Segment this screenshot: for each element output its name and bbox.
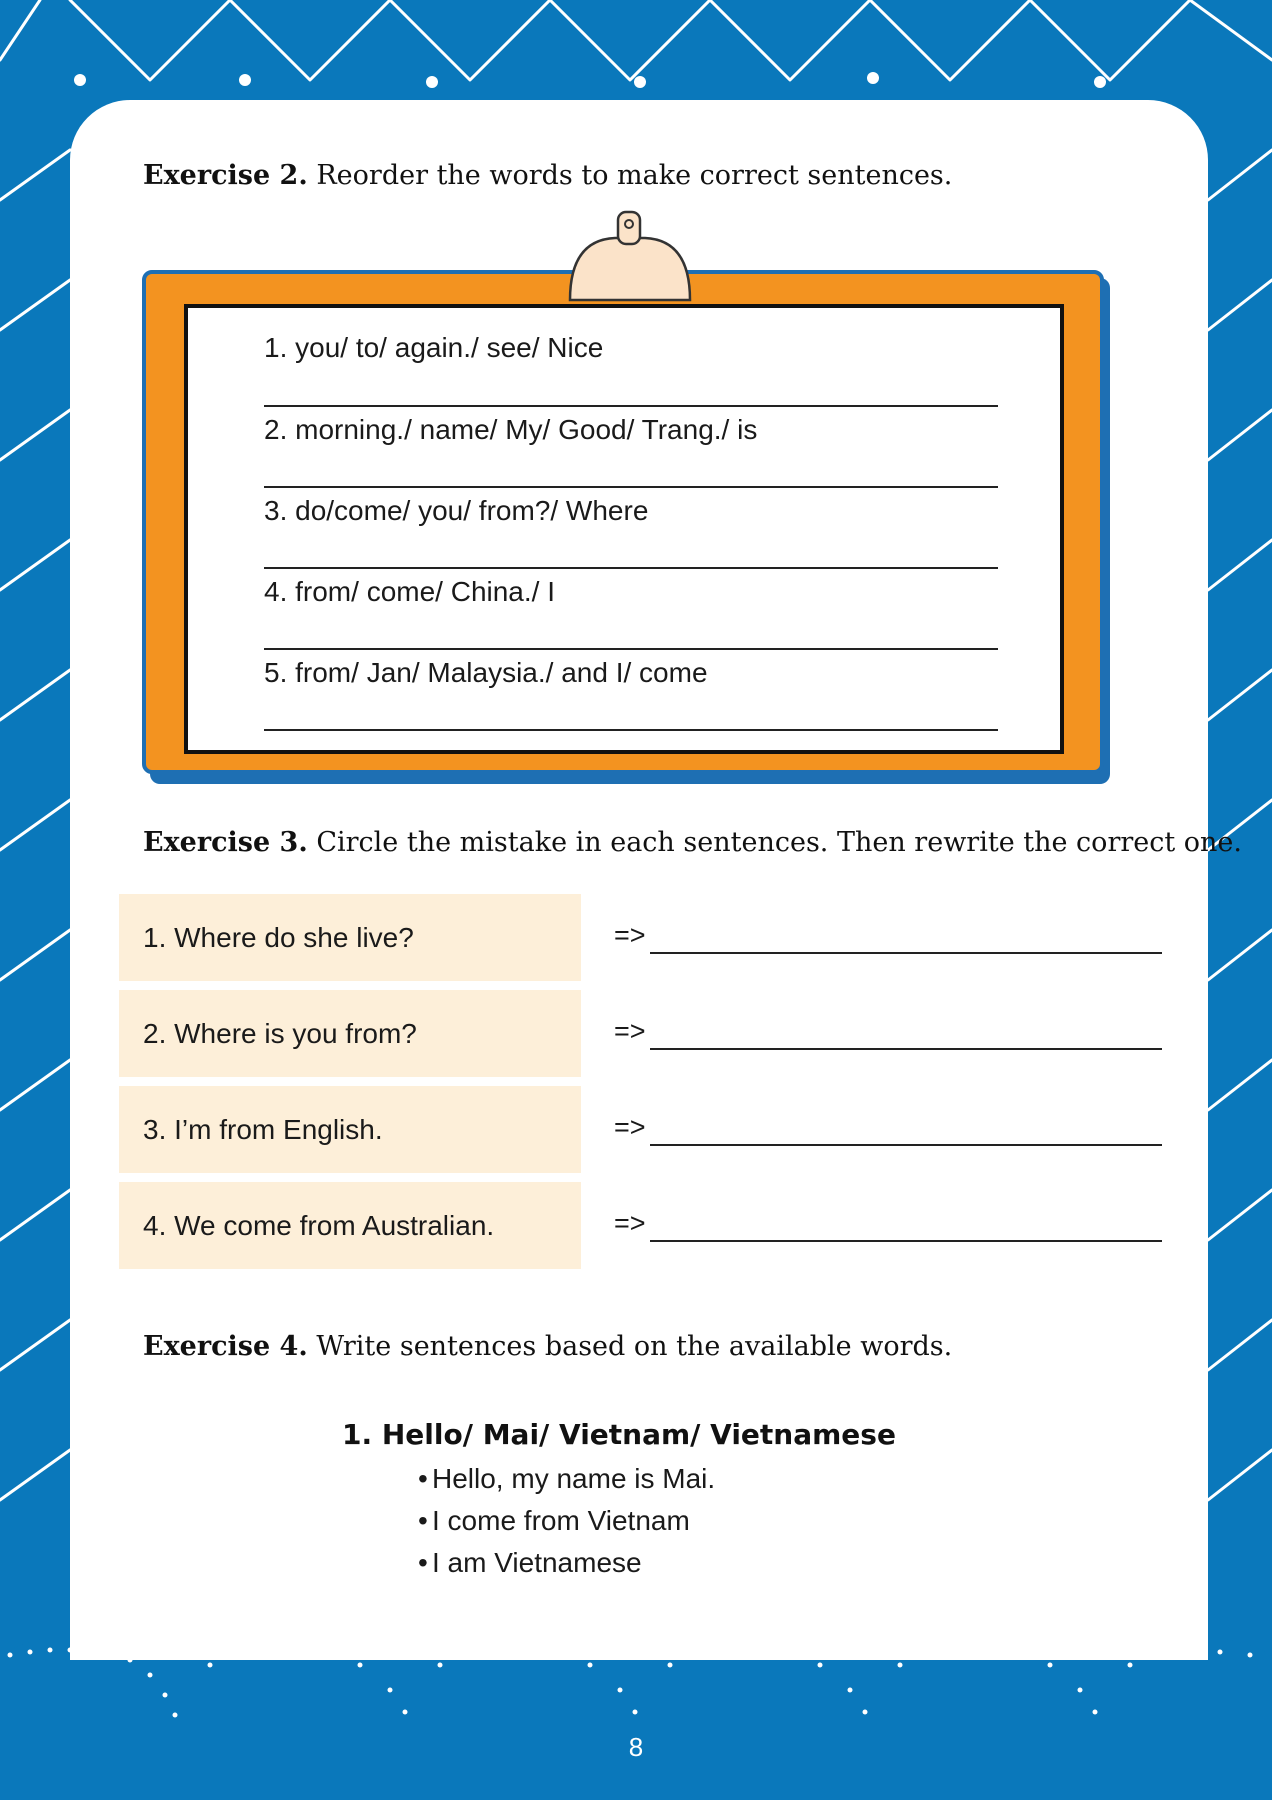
- exercise3-answer-4[interactable]: =>: [614, 1208, 1162, 1248]
- exercise2-instruction: Reorder the words to make correct senten…: [316, 160, 953, 191]
- answer-line[interactable]: [650, 1048, 1162, 1050]
- exercise2-item-3: 3. do/come/ you/ from?/ Where: [264, 495, 649, 526]
- bullet-icon: •: [418, 1463, 428, 1494]
- exercise3-label: Exercise 3.: [143, 827, 308, 858]
- list-item: • I am Vietnamese: [418, 1542, 715, 1584]
- exercise3-item-3: 3. I’m from English.: [119, 1086, 581, 1173]
- exercise2-item-5: 5. from/ Jan/ Malaysia./ and I/ come: [264, 657, 708, 688]
- answer-line[interactable]: [650, 952, 1162, 954]
- exercise2-item-4: 4. from/ come/ China./ I: [264, 576, 555, 607]
- exercise4-heading: Exercise 4. Write sentences based on the…: [143, 1331, 952, 1362]
- exercise3-item-2: 2. Where is you from?: [119, 990, 581, 1077]
- list-item: • I come from Vietnam: [418, 1500, 715, 1542]
- exercise4-prompt: 1. Hello/ Mai/ Vietnam/ Vietnamese: [342, 1418, 896, 1451]
- exercise2-answer-line-4[interactable]: [264, 648, 998, 650]
- answer-prefix: =>: [614, 920, 646, 950]
- exercise3-answer-1[interactable]: =>: [614, 920, 1162, 960]
- answer-prefix: =>: [614, 1016, 646, 1046]
- exercise3-answer-2[interactable]: =>: [614, 1016, 1162, 1056]
- list-item: • Hello, my name is Mai.: [418, 1458, 715, 1500]
- exercise3-heading: Exercise 3. Circle the mistake in each s…: [143, 827, 1242, 858]
- answer-line[interactable]: [650, 1144, 1162, 1146]
- exercise3-item-1: 1. Where do she live?: [119, 894, 581, 981]
- bullet-icon: •: [418, 1505, 428, 1536]
- answer-prefix: =>: [614, 1208, 646, 1238]
- exercise2-answer-line-5[interactable]: [264, 729, 998, 731]
- example-line-2: I come from Vietnam: [432, 1505, 690, 1536]
- exercise2-item-1: 1. you/ to/ again./ see/ Nice: [264, 332, 604, 363]
- bullet-icon: •: [418, 1547, 428, 1578]
- clip-icon: [568, 210, 692, 302]
- example-line-3: I am Vietnamese: [432, 1547, 642, 1578]
- exercise2-answer-line-1[interactable]: [264, 405, 998, 407]
- exercise4-instruction: Write sentences based on the available w…: [316, 1331, 953, 1362]
- exercise2-answer-line-3[interactable]: [264, 567, 998, 569]
- exercise3-answer-3[interactable]: =>: [614, 1112, 1162, 1152]
- page-number: 8: [628, 1732, 644, 1762]
- exercise4-label: Exercise 4.: [143, 1331, 308, 1362]
- answer-line[interactable]: [650, 1240, 1162, 1242]
- exercise2-label: Exercise 2.: [143, 160, 308, 191]
- example-line-1: Hello, my name is Mai.: [432, 1463, 716, 1494]
- exercise3-item-4: 4. We come from Australian.: [119, 1182, 581, 1269]
- exercise2-heading: Exercise 2. Reorder the words to make co…: [143, 160, 952, 191]
- answer-prefix: =>: [614, 1112, 646, 1142]
- exercise3-instruction: Circle the mistake in each sentences. Th…: [316, 827, 1242, 858]
- exercise2-answer-line-2[interactable]: [264, 486, 998, 488]
- exercise2-item-2: 2. morning./ name/ My/ Good/ Trang./ is: [264, 414, 758, 445]
- exercise4-example-list: • Hello, my name is Mai. • I come from Vie…: [418, 1458, 715, 1584]
